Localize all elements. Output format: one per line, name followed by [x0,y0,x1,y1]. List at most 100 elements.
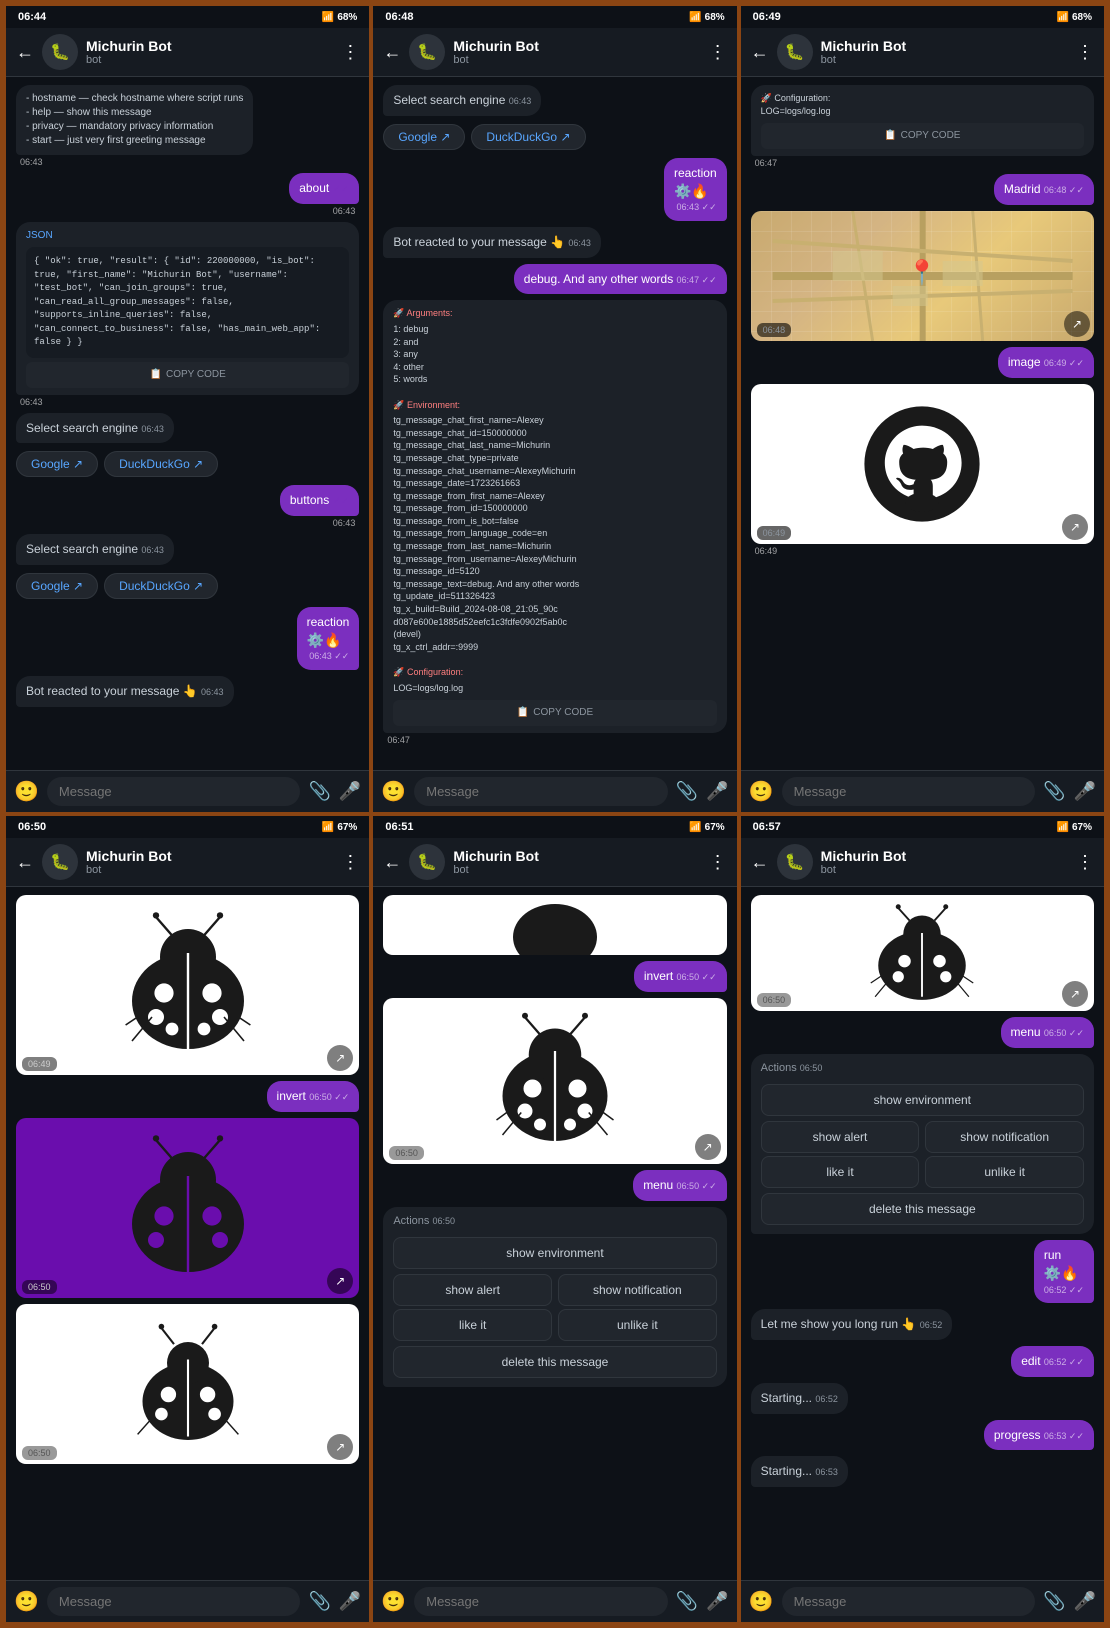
copy-code-btn-p2[interactable]: 📋 COPY CODE [393,700,716,726]
attach-button-2[interactable]: 📎 [676,781,698,802]
delete-message-button-p6[interactable]: delete this message [761,1193,1084,1225]
msg-row: invert 06:50 ✓✓ [383,961,726,992]
bot-sub-5: bot [453,864,700,876]
input-bar-3: 🙂 📎 🎤 [741,770,1104,812]
status-bar-2: 06:48 📶 68% [373,6,736,28]
message-input-5[interactable] [414,1587,668,1616]
emoji-button-2[interactable]: 🙂 [381,779,406,804]
google-button-2[interactable]: Google ↗ [16,573,98,599]
back-button-6[interactable]: ← [751,852,769,873]
show-notification-button-p6[interactable]: show notification [925,1121,1084,1153]
ladybug-time-2: 06:50 [22,1280,57,1294]
status-bar-5: 06:51 📶 67% [373,816,736,838]
ladybug-white-container: 06:49 ↗ [16,895,359,1075]
bubble: Bot reacted to your message 👆 06:43 [16,676,234,707]
avatar-2: 🐛 [409,34,445,70]
message-input-2[interactable] [414,777,668,806]
message-input-3[interactable] [782,777,1036,806]
copy-code-btn-p3[interactable]: 📋 COPY CODE [761,123,1084,149]
mic-button-4[interactable]: 🎤 [339,1591,361,1612]
more-button-3[interactable]: ⋮ [1076,42,1094,63]
more-button-4[interactable]: ⋮ [341,852,359,873]
github-share[interactable]: ↗ [1062,514,1088,540]
back-button-3[interactable]: ← [751,42,769,63]
back-button-4[interactable]: ← [16,852,34,873]
msg-row: Actions 06:50 show environment show aler… [383,1207,726,1387]
more-button-5[interactable]: ⋮ [709,852,727,873]
emoji-button-3[interactable]: 🙂 [749,779,774,804]
status-icons-3: 📶 68% [1057,12,1092,23]
input-bar-2: 🙂 📎 🎤 [373,770,736,812]
map-image: 📍 ↗ [751,211,1094,341]
emoji-button-1[interactable]: 🙂 [14,779,39,804]
bot-name-3: Michurin Bot [821,38,1068,54]
copy-code-button[interactable]: 📋 COPY CODE [26,362,349,388]
avatar-6: 🐛 [777,844,813,880]
attach-button-3[interactable]: 📎 [1043,781,1065,802]
more-button-6[interactable]: ⋮ [1076,852,1094,873]
input-bar-5: 🙂 📎 🎤 [373,1580,736,1622]
wifi-icon-4: 📶 [322,822,334,833]
bubble: invert 06:50 ✓✓ [634,961,727,992]
attach-button-6[interactable]: 📎 [1043,1591,1065,1612]
emoji-button-4[interactable]: 🙂 [14,1589,39,1614]
like-it-button-p6[interactable]: like it [761,1156,920,1188]
ladybug-share-4[interactable]: ↗ [695,1134,721,1160]
back-button-5[interactable]: ← [383,852,401,873]
delete-message-button[interactable]: delete this message [393,1346,716,1378]
bubble: Let me show you long run 👆 06:52 [751,1309,953,1340]
chat-area-3: 🚀 Configuration:LOG=logs/log.log 📋 COPY … [741,77,1104,770]
back-button-1[interactable]: ← [16,42,34,63]
show-environment-button[interactable]: show environment [393,1237,716,1269]
duckduckgo-button-2[interactable]: DuckDuckGo ↗ [104,573,218,599]
mic-button-1[interactable]: 🎤 [339,781,361,802]
ladybug-share-p6[interactable]: ↗ [1062,981,1088,1007]
emoji-button-5[interactable]: 🙂 [381,1589,406,1614]
msg-row: Starting... 06:53 [751,1456,1094,1487]
mic-button-5[interactable]: 🎤 [706,1591,728,1612]
github-logo [751,384,1094,544]
ladybug-share-2[interactable]: ↗ [327,1268,353,1294]
emoji-button-6[interactable]: 🙂 [749,1589,774,1614]
msg-row: menu 06:50 ✓✓ [383,1170,726,1201]
input-bar-1: 🙂 📎 🎤 [6,770,369,812]
show-alert-button-p6[interactable]: show alert [761,1121,920,1153]
msg-row: JSON { "ok": true, "result": { "id": 220… [16,222,359,407]
like-it-button[interactable]: like it [393,1309,552,1341]
time-3: 06:49 [753,11,781,23]
mic-button-3[interactable]: 🎤 [1074,781,1096,802]
google-button[interactable]: Google ↗ [16,451,98,477]
show-alert-button[interactable]: show alert [393,1274,552,1306]
message-input-1[interactable] [47,777,301,806]
message-input-6[interactable] [782,1587,1036,1616]
attach-button-1[interactable]: 📎 [308,781,330,802]
chat-header-3: ← 🐛 Michurin Bot bot ⋮ [741,28,1104,77]
mic-button-6[interactable]: 🎤 [1074,1591,1096,1612]
timestamp: 06:43 [16,397,47,407]
show-environment-button-p6[interactable]: show environment [761,1084,1084,1116]
show-notification-button[interactable]: show notification [558,1274,717,1306]
ladybug-p6-container: 06:50 ↗ [751,895,1094,1011]
attach-button-5[interactable]: 📎 [676,1591,698,1612]
unlike-it-button-p6[interactable]: unlike it [925,1156,1084,1188]
back-button-2[interactable]: ← [383,42,401,63]
ladybug-white2-container: 06:50 ↗ [16,1304,359,1464]
more-button-2[interactable]: ⋮ [709,42,727,63]
share-icon[interactable]: ↗ [1064,311,1090,337]
bubble: image 06:49 ✓✓ [998,347,1094,378]
unlike-it-button[interactable]: unlike it [558,1309,717,1341]
google-btn-p2[interactable]: Google ↗ [383,124,465,150]
status-icons-2: 📶 68% [689,12,724,23]
attach-button-4[interactable]: 📎 [308,1591,330,1612]
duckduckgo-btn-p2[interactable]: DuckDuckGo ↗ [471,124,585,150]
duckduckgo-button[interactable]: DuckDuckGo ↗ [104,451,218,477]
message-input-4[interactable] [47,1587,301,1616]
input-bar-4: 🙂 📎 🎤 [6,1580,369,1622]
ladybug-time-4: 06:50 [389,1146,424,1160]
msg-row: 🚀 Configuration:LOG=logs/log.log 📋 COPY … [751,85,1094,168]
battery-icon-3: 68% [1072,12,1092,23]
code-block: { "ok": true, "result": { "id": 22000000… [26,247,349,358]
mic-button-2[interactable]: 🎤 [706,781,728,802]
more-button-1[interactable]: ⋮ [341,42,359,63]
ladybug-share-3[interactable]: ↗ [327,1434,353,1460]
